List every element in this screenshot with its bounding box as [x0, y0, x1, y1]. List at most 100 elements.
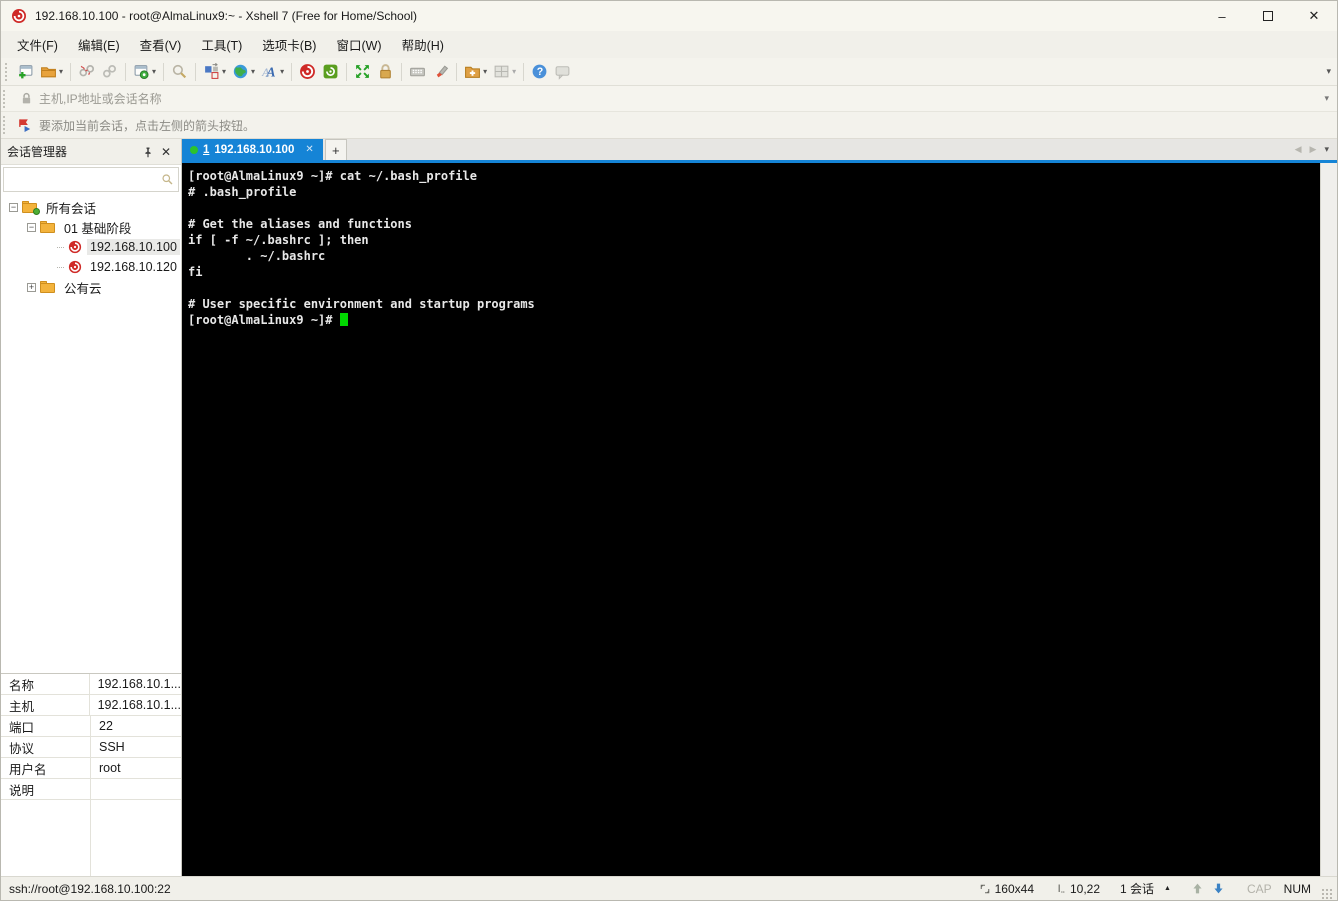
new-session-button[interactable]	[14, 60, 37, 83]
session-count-dropdown-icon[interactable]: ▲	[1164, 885, 1171, 892]
help-icon: ?	[532, 64, 547, 79]
open-dropdown-arrow[interactable]: ▾	[59, 67, 63, 76]
cursor-position-icon	[1058, 884, 1065, 893]
tool-bar: ▾ ▾ ▾ ▾ A A ▾ ▾ ▾ ? ▾	[1, 58, 1337, 86]
terminal-scrollbar[interactable]	[1320, 163, 1337, 876]
scroll-down-button[interactable]	[1212, 882, 1225, 895]
terminal-line: [root@AlmaLinux9 ~]# cat ~/.bash_profile	[188, 169, 477, 183]
tab-scroll-left-icon[interactable]: ◀	[1295, 144, 1302, 155]
tab-session-active[interactable]: 1 192.168.10.100 ✕	[182, 139, 323, 160]
collapse-icon[interactable]: −	[27, 222, 36, 232]
web-dropdown-arrow[interactable]: ▾	[251, 67, 255, 76]
arrange-transfer-icon	[205, 63, 219, 79]
menu-edit[interactable]: 编辑(E)	[68, 31, 130, 58]
scroll-up-button[interactable]	[1191, 882, 1204, 895]
web-browser-button[interactable]: ▾	[229, 60, 258, 83]
font-dropdown-arrow[interactable]: ▾	[280, 67, 284, 76]
tree-item-all-sessions[interactable]: − 所有会话	[1, 197, 181, 217]
new-folder-dropdown-arrow[interactable]: ▾	[483, 67, 487, 76]
layout-grid-button[interactable]: ▾	[490, 60, 519, 83]
new-session-folder-button[interactable]: ▾	[461, 60, 490, 83]
session-count-button[interactable]: 1 会话 ▲	[1120, 880, 1171, 897]
pin-panel-button[interactable]	[139, 143, 157, 161]
help-button[interactable]: ?	[528, 60, 551, 83]
open-session-button[interactable]: ▾	[37, 60, 66, 83]
terminal-size-indicator: 160x44	[979, 882, 1034, 896]
address-dropdown-arrow[interactable]: ▾	[1324, 93, 1329, 104]
lock-screen-button[interactable]	[374, 60, 397, 83]
add-session-flag-icon[interactable]	[18, 118, 33, 133]
arrange-transfer-button[interactable]: ▾	[200, 60, 229, 83]
xshell-icon	[300, 64, 316, 79]
maximize-button[interactable]	[1245, 1, 1291, 31]
menu-file[interactable]: 文件(F)	[7, 31, 68, 58]
terminal-line: fi	[188, 265, 203, 279]
expand-icon[interactable]: +	[27, 282, 36, 292]
connected-dot-icon	[190, 145, 198, 154]
address-bar[interactable]: 主机,IP地址或会话名称 ▾	[1, 86, 1337, 112]
menu-tools[interactable]: 工具(T)	[191, 31, 252, 58]
info-message: 要添加当前会话，点击左侧的箭头按钮。	[39, 118, 256, 133]
font-icon: AA	[261, 64, 275, 79]
resize-grip[interactable]	[1321, 888, 1333, 900]
terminal-screen[interactable]: [root@AlmaLinux9 ~]# cat ~/.bash_profile…	[182, 163, 1320, 876]
open-folder-icon	[41, 67, 56, 78]
xshell-logo-icon	[11, 8, 27, 24]
tree-item-folder-cloud[interactable]: + 公有云	[1, 277, 181, 297]
tree-item-session-120[interactable]: 192.168.10.120	[1, 257, 181, 277]
session-search-input[interactable]	[3, 167, 179, 192]
close-panel-button[interactable]: ✕	[157, 143, 175, 161]
disconnect-icon	[79, 65, 95, 77]
connection-url: ssh://root@192.168.10.100:22	[9, 881, 171, 896]
menu-view[interactable]: 查看(V)	[130, 31, 192, 58]
disconnect-button[interactable]	[75, 60, 98, 83]
cursor-position-indicator: 10,22	[1054, 882, 1100, 896]
properties-dropdown-arrow[interactable]: ▾	[152, 67, 156, 76]
fullscreen-button[interactable]	[351, 60, 374, 83]
prop-row-username: 用户名 root	[1, 758, 181, 779]
menu-bar: 文件(F) 编辑(E) 查看(V) 工具(T) 选项卡(B) 窗口(W) 帮助(…	[1, 31, 1337, 58]
terminal-size-icon	[980, 884, 989, 893]
maximize-icon	[1263, 11, 1273, 21]
tree-item-session-100[interactable]: 192.168.10.100	[1, 237, 181, 257]
font-button[interactable]: A A ▾	[258, 60, 287, 83]
toolbar-grip[interactable]	[5, 62, 11, 81]
terminal-line: # User specific environment and startup …	[188, 297, 535, 311]
toolbar-overflow-arrow[interactable]: ▾	[1326, 66, 1331, 77]
svg-text:A: A	[261, 66, 270, 79]
xshell-button[interactable]	[296, 60, 319, 83]
session-properties-icon	[134, 65, 149, 80]
tree-item-folder-basic[interactable]: − 01 基础阶段	[1, 217, 181, 237]
minimize-button[interactable]: –	[1199, 1, 1245, 31]
terminal-line: . ~/.bashrc	[188, 249, 326, 263]
svg-text:?: ?	[537, 66, 543, 78]
menu-tabs[interactable]: 选项卡(B)	[252, 31, 326, 58]
collapse-icon[interactable]: −	[9, 202, 18, 212]
terminal-prompt-line: [root@AlmaLinux9 ~]#	[188, 312, 1320, 328]
scroll-down-icon	[1214, 883, 1223, 894]
virtual-keyboard-button[interactable]	[406, 60, 429, 83]
tab-scroll-right-icon[interactable]: ▶	[1310, 144, 1317, 155]
keyboard-icon	[410, 67, 426, 77]
tab-list-dropdown-arrow[interactable]: ▾	[1324, 144, 1329, 155]
arrange-dropdown-arrow[interactable]: ▾	[222, 67, 226, 76]
feedback-button[interactable]	[551, 60, 574, 83]
reconnect-button[interactable]	[98, 60, 121, 83]
xftp-button[interactable]	[319, 60, 342, 83]
addressbar-grip[interactable]	[3, 89, 9, 108]
session-properties-button[interactable]: ▾	[130, 60, 159, 83]
layout-dropdown-arrow[interactable]: ▾	[512, 67, 516, 76]
new-tab-button[interactable]: +	[324, 139, 347, 160]
pin-icon	[145, 147, 151, 157]
menu-help[interactable]: 帮助(H)	[392, 31, 454, 58]
caps-lock-indicator: CAP	[1246, 881, 1272, 896]
close-button[interactable]: ✕	[1291, 1, 1337, 31]
address-input[interactable]: 主机,IP地址或会话名称	[39, 90, 1324, 107]
title-bar: 192.168.10.100 - root@AlmaLinux9:~ - Xsh…	[1, 1, 1337, 31]
tab-close-icon[interactable]: ✕	[305, 144, 313, 155]
find-button[interactable]	[168, 60, 191, 83]
menu-window[interactable]: 窗口(W)	[326, 31, 391, 58]
infobar-grip[interactable]	[3, 116, 9, 134]
highlight-pen-button[interactable]	[429, 60, 452, 83]
